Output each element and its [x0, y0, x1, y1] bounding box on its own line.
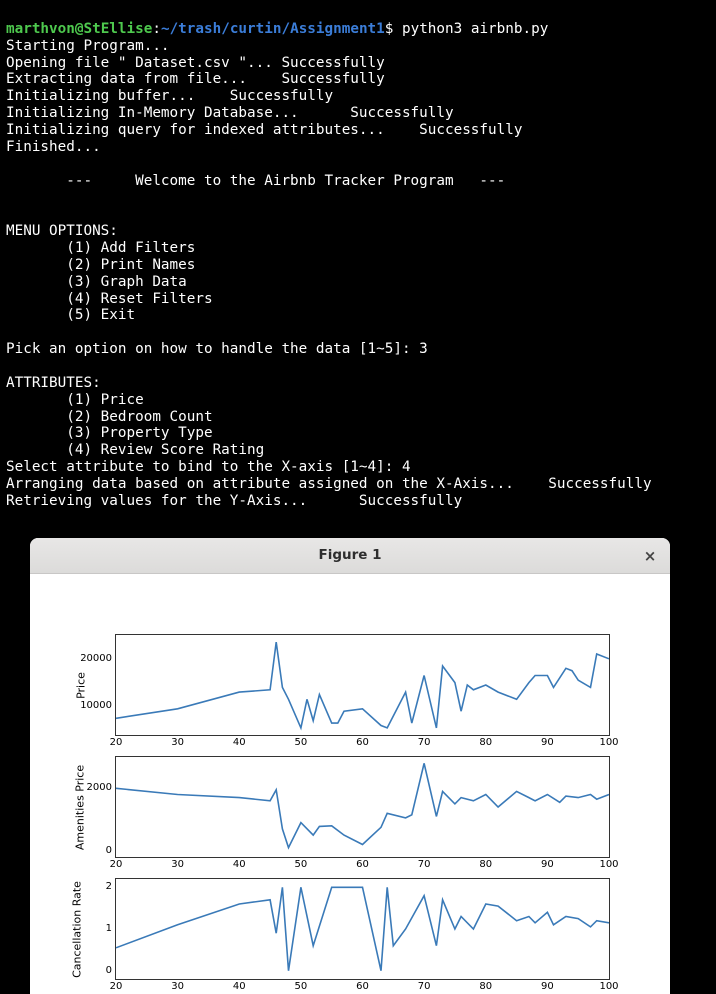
xtick: 100 [599, 735, 618, 749]
xtick: 40 [233, 857, 246, 871]
figure-title: Figure 1 [318, 548, 381, 564]
xtick: 20 [110, 857, 123, 871]
terminal-body: Starting Program... Opening file " Datas… [6, 38, 710, 510]
subplot-cancellation: Cancellation Rate Review Score Rating 01… [115, 878, 610, 980]
figure-window[interactable]: Figure 1 × Price 10000200002030405060708… [30, 538, 670, 994]
xtick: 60 [356, 857, 369, 871]
figure-titlebar[interactable]: Figure 1 × [30, 538, 670, 574]
xtick: 70 [418, 735, 431, 749]
ytick: 0 [106, 965, 116, 977]
xtick: 20 [110, 735, 123, 749]
xtick: 50 [295, 857, 308, 871]
prompt-command: python3 airbnb.py [402, 21, 548, 37]
ylabel-cancellation: Cancellation Rate [72, 869, 85, 989]
ytick: 20000 [80, 653, 116, 665]
prompt-path: ~/trash/curtin/Assignment1 [161, 21, 385, 37]
plot-area: Price 10000200002030405060708090100 Amen… [30, 574, 670, 994]
xtick: 50 [295, 735, 308, 749]
xtick: 40 [233, 735, 246, 749]
xtick: 60 [356, 735, 369, 749]
ytick: 1 [106, 923, 116, 935]
subplot-price: Price 10000200002030405060708090100 [115, 634, 610, 736]
prompt-user: marthvon [6, 21, 75, 37]
ytick: 2000 [87, 782, 116, 794]
xtick: 70 [418, 857, 431, 871]
xtick: 80 [479, 735, 492, 749]
ylabel-amenities: Amenities Price [75, 752, 88, 862]
subplot-amenities: Amenities Price 020002030405060708090100 [115, 756, 610, 858]
ytick: 0 [106, 845, 116, 857]
close-icon[interactable]: × [640, 546, 660, 566]
terminal-output[interactable]: marthvon@StEllise:~/trash/curtin/Assignm… [0, 0, 716, 514]
xtick: 90 [541, 857, 554, 871]
xtick: 30 [171, 735, 184, 749]
xtick: 100 [599, 857, 618, 871]
prompt-host: StEllise [83, 21, 152, 37]
ytick: 2 [106, 881, 116, 893]
xtick: 80 [479, 857, 492, 871]
xtick: 90 [541, 735, 554, 749]
xtick: 30 [171, 857, 184, 871]
ytick: 10000 [80, 701, 116, 713]
